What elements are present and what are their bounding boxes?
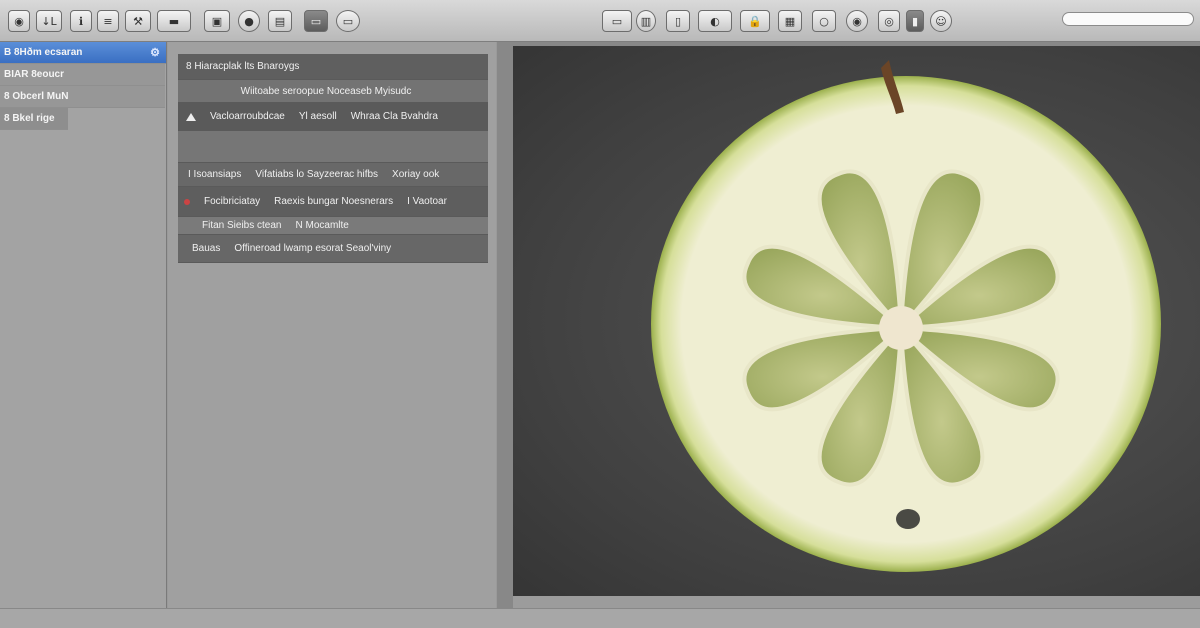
chart-icon[interactable]: ▥ <box>636 10 656 32</box>
apple-seed <box>896 509 920 529</box>
sidebar-item-label: 8 Bkel rige <box>4 113 55 124</box>
disclosure-triangle-icon[interactable] <box>186 112 196 121</box>
screen-icon[interactable]: ▭ <box>304 10 328 32</box>
table-cell: Yl aesoll <box>298 111 337 122</box>
table-cell: Vacloarroubdcae <box>210 111 285 122</box>
info-icon[interactable]: ℹ <box>70 10 92 32</box>
sidebar-item[interactable]: 8 Bkel rige <box>0 108 68 130</box>
properties-panel: 8 Hiaracplak lts Bnaroygs Wiitoabe seroo… <box>168 42 496 608</box>
sidebar: B 8Hðm ecsaran ⚙ BIAR 8eoucr 8 Obcerl Mu… <box>0 42 167 608</box>
lock-icon[interactable]: 🔒 <box>740 10 770 32</box>
circle-icon[interactable]: ● <box>238 10 260 32</box>
tools-icon[interactable]: ⚒ <box>125 10 151 32</box>
table-row[interactable] <box>178 131 488 163</box>
sidebar-item-label: BIAR 8eoucr <box>4 69 65 80</box>
table-row[interactable]: 8 Hiaracplak lts Bnaroygs <box>178 54 488 80</box>
table-cell: Offineroad lwamp esorat Seaol'viny <box>234 243 392 254</box>
sort-icon[interactable]: ↓L <box>36 10 62 32</box>
properties-table: 8 Hiaracplak lts Bnaroygs Wiitoabe seroo… <box>178 54 488 263</box>
sidebar-item-label: B 8Hðm ecsaran <box>4 47 83 58</box>
table-cell: Focibriciatay <box>204 196 261 207</box>
sidebar-item-selected[interactable]: B 8Hðm ecsaran ⚙ <box>0 42 166 64</box>
image-canvas[interactable] <box>513 46 1200 596</box>
apple-core <box>879 306 923 350</box>
table-row[interactable]: Fitan Sieibs ctean N Mocamlte <box>178 217 488 235</box>
table-row[interactable]: Bauas Offineroad lwamp esorat Seaol'viny <box>178 235 488 263</box>
monitor-icon[interactable]: ▭ <box>602 10 632 32</box>
status-bar <box>0 608 1200 628</box>
table-row[interactable]: Wiitoabe seroopue Noceaseb Myisudc <box>178 80 488 103</box>
table-cell: I Vaotoar <box>407 196 447 207</box>
grid-icon[interactable]: ▦ <box>778 10 802 32</box>
phone-icon[interactable]: ▯ <box>666 10 690 32</box>
sidebar-item-label: 8 Obcerl MuN <box>4 91 69 102</box>
table-row[interactable]: Vacloarroubdcae Yl aesoll Whraa Cla Bvah… <box>178 103 488 131</box>
search-input[interactable] <box>1062 12 1194 26</box>
table-cell: I Isoansiaps <box>188 169 242 180</box>
table-cell: Bauas <box>192 243 221 254</box>
image-viewer <box>497 42 1200 608</box>
picture-icon[interactable]: ▣ <box>204 10 230 32</box>
sidebar-item[interactable]: BIAR 8eoucr <box>0 64 165 86</box>
table-cell: 8 Hiaracplak lts Bnaroygs <box>186 61 300 72</box>
emoji-icon[interactable]: ☺ <box>930 10 952 32</box>
toggle-icon[interactable]: ◐ <box>698 10 732 32</box>
display-icon[interactable]: ▬ <box>157 10 191 32</box>
round-icon[interactable]: ○ <box>812 10 836 32</box>
table-cell: Wiitoabe seroopue Noceaseb Myisudc <box>240 85 412 97</box>
table-cell: Vifatiabs lo Sayzeerac hifbs <box>255 169 379 180</box>
table-cell: Fitan Sieibs ctean <box>202 220 282 231</box>
table-cell: Raexis bungar Noesnerars <box>274 196 394 207</box>
gear-icon[interactable]: ⚙ <box>150 46 160 59</box>
table-row[interactable]: Focibriciatay Raexis bungar Noesnerars I… <box>178 187 488 217</box>
viewer-footer <box>513 596 1200 608</box>
panel-icon[interactable]: ▮ <box>906 10 924 32</box>
back-icon[interactable]: ◉ <box>8 10 30 32</box>
table-cell: Xoriay ook <box>392 169 440 180</box>
bullet-icon <box>184 198 190 205</box>
table-row[interactable]: I Isoansiaps Vifatiabs lo Sayzeerac hifb… <box>178 163 488 187</box>
apple-slice-image <box>651 60 1161 572</box>
eye-icon[interactable]: ◎ <box>878 10 900 32</box>
table-cell: N Mocamlte <box>295 220 349 231</box>
sidebar-item[interactable]: 8 Obcerl MuN <box>0 86 165 108</box>
list-view-icon[interactable]: ≡ <box>97 10 119 32</box>
toolbar: ◉ ↓L ℹ ≡ ⚒ ▬ ▣ ● ▤ ▭ ▭ ▭ ▥ ▯ ◐ 🔒 ▦ ○ ◉ ◎ ▮ ☺ <box>0 0 1200 42</box>
document-icon[interactable]: ▤ <box>268 10 292 32</box>
window-icon[interactable]: ▭ <box>336 10 360 32</box>
camera-icon[interactable]: ◉ <box>846 10 868 32</box>
table-cell: Whraa Cla Bvahdra <box>350 111 438 122</box>
